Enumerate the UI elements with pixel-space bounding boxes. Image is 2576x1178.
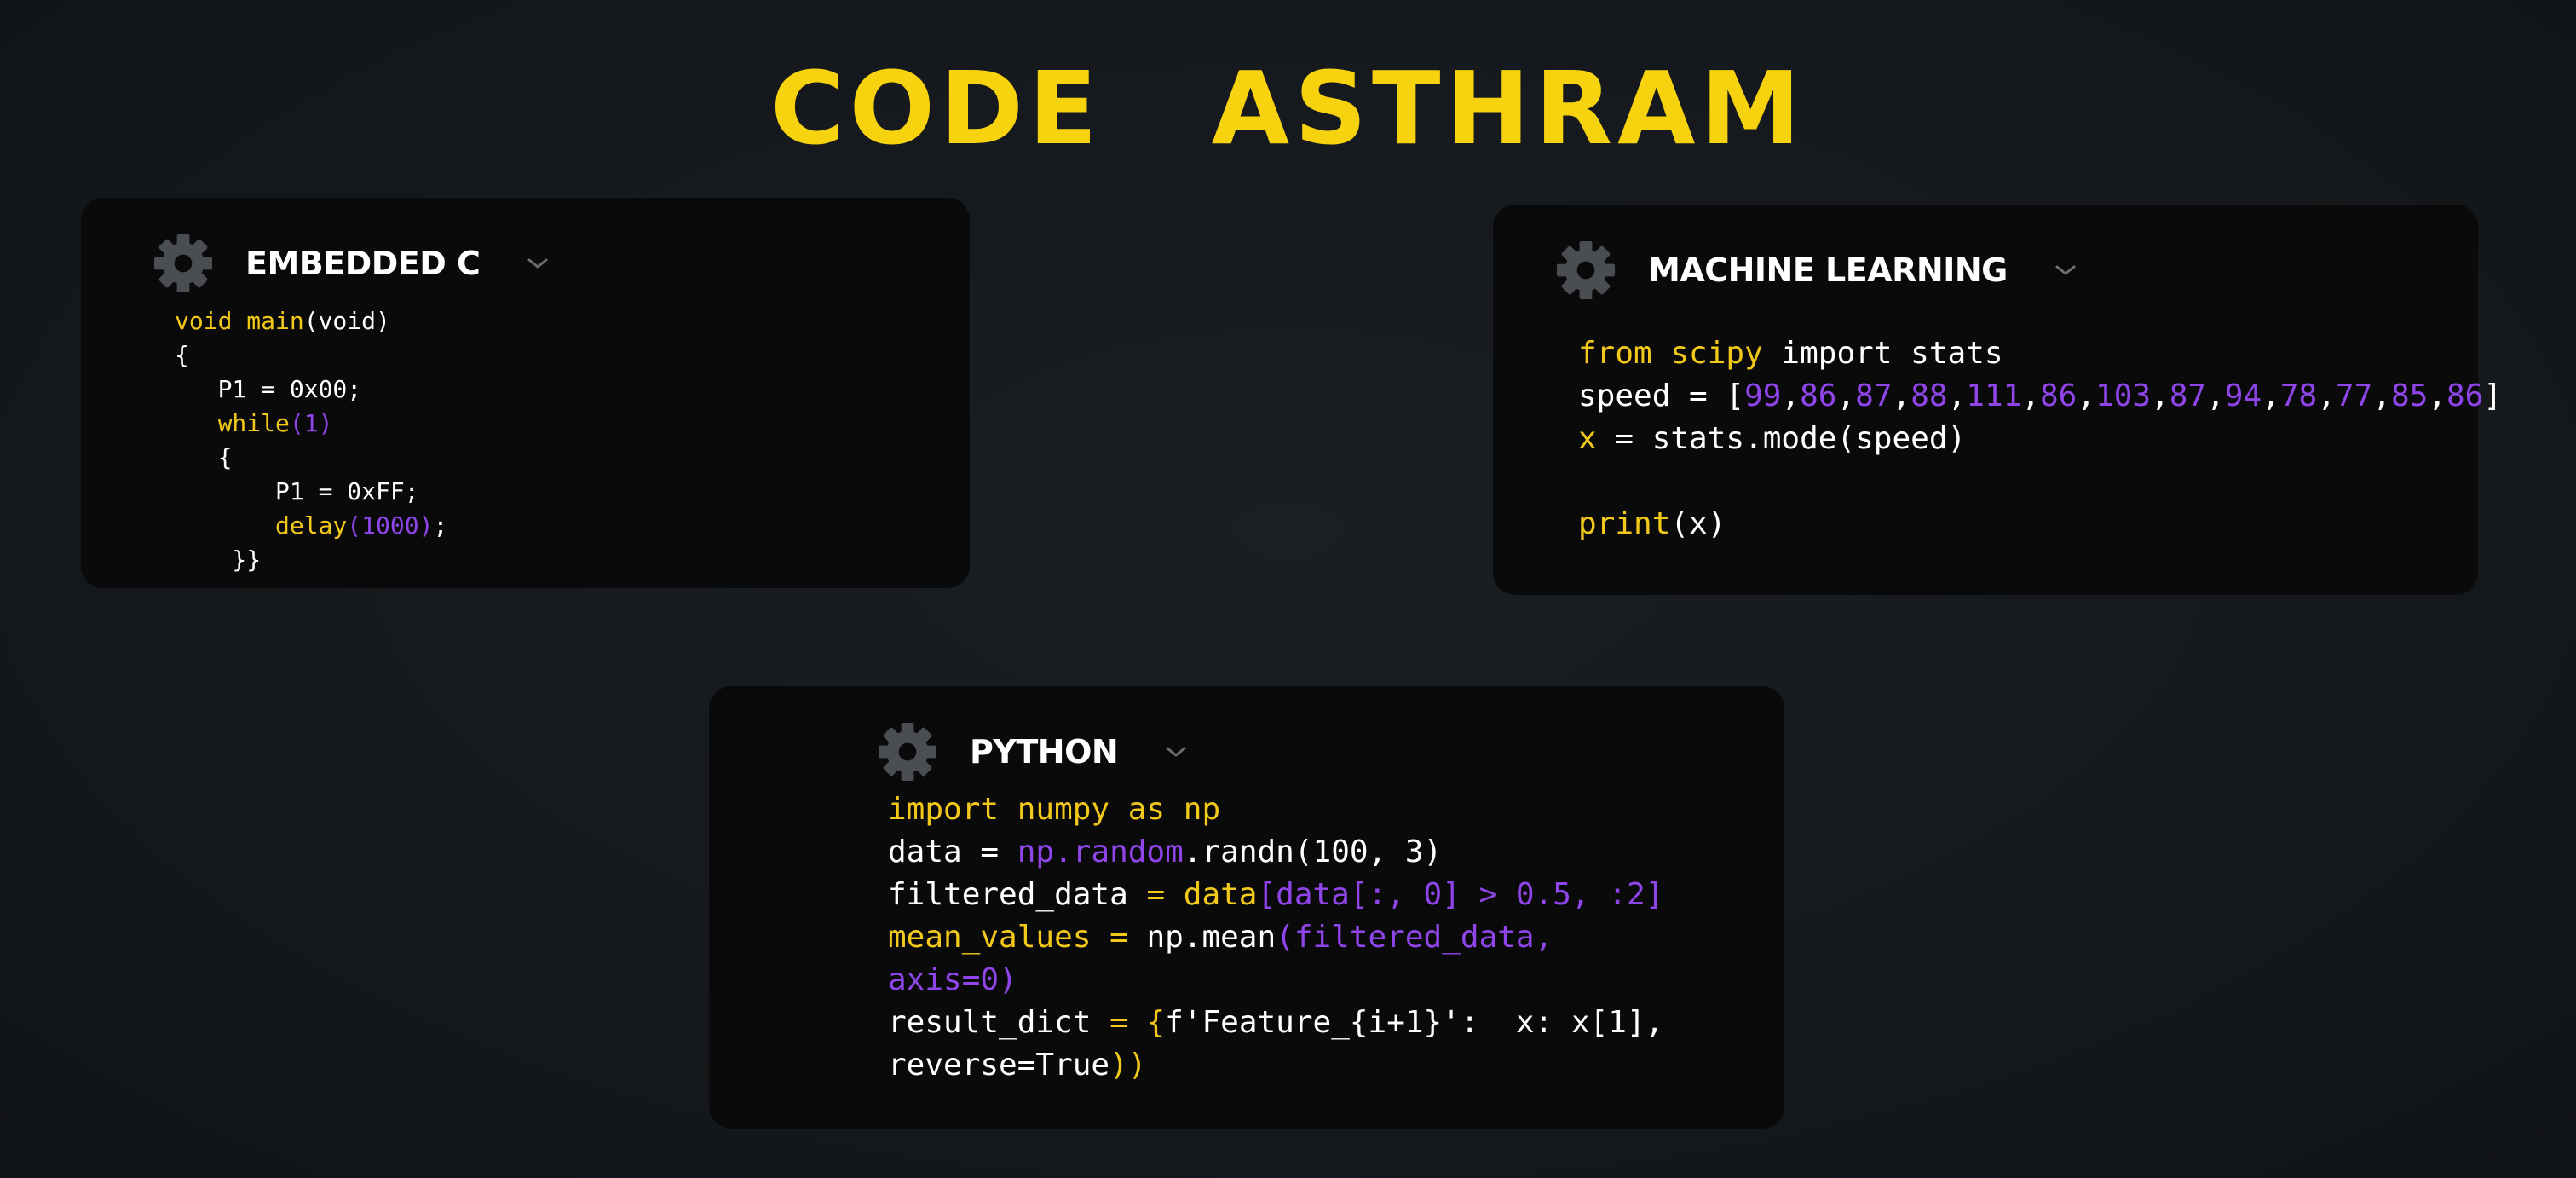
code-line: from scipy import stats — [1578, 336, 2003, 371]
code-line-speed: speed = [99,86,87,88,111,86,103,87,94,78… — [1578, 378, 2503, 413]
embedded-c-card-header: EMBEDDED C — [152, 232, 550, 295]
logo-word-asthram: ASTHRAM — [1211, 49, 1806, 167]
speed-value: 85 — [2390, 378, 2429, 413]
chevron-down-icon[interactable] — [526, 257, 550, 270]
code-line: { — [175, 341, 189, 369]
machine-learning-card: MACHINE LEARNING from scipy import stats… — [1493, 205, 2502, 595]
chevron-down-icon[interactable] — [2054, 263, 2078, 277]
code-line: reverse=True)) — [888, 1048, 1147, 1083]
python-card-header: PYTHON — [876, 720, 1188, 783]
gear-icon[interactable] — [876, 720, 939, 783]
speed-value: 94 — [2224, 378, 2262, 413]
machine-learning-code: from scipy import stats speed = [99,86,87… — [1578, 332, 2502, 546]
code-line: }} — [175, 546, 262, 574]
speed-value: 78 — [2279, 378, 2318, 413]
code-line: print(x) — [1578, 506, 1726, 541]
embedded-c-title: EMBEDDED C — [245, 245, 481, 282]
code-line: mean_values = np.mean(filtered_data, — [888, 920, 1553, 955]
code-line: data = np.random.randn(100, 3) — [888, 834, 1443, 869]
code-line: filtered_data = data[data[:, 0] > 0.5, :… — [888, 877, 1664, 912]
speed-value: 86 — [1800, 378, 1837, 413]
speed-value: 103 — [2095, 378, 2152, 413]
python-code: import numpy as np data = np.random.randn… — [888, 788, 1663, 1087]
speed-value: 86 — [2039, 378, 2078, 413]
speed-value: 111 — [1966, 378, 2022, 413]
python-title: PYTHON — [970, 733, 1119, 771]
embedded-c-code: void main(void) { P1 = 0x00; while(1) { P… — [175, 304, 447, 577]
code-line: { — [175, 443, 233, 471]
code-line: void main(void) — [175, 307, 390, 335]
speed-value: 88 — [1910, 378, 1948, 413]
code-line: while(1) — [175, 409, 333, 437]
speed-value: 87 — [2169, 378, 2207, 413]
code-line: axis=0) — [888, 962, 1017, 997]
chevron-down-icon[interactable] — [1164, 745, 1188, 759]
speed-value: 99 — [1744, 378, 1782, 413]
code-line: x = stats.mode(speed) — [1578, 421, 1967, 456]
brand-logo: CODE ASTHRAM — [0, 53, 2576, 164]
logo-word-code: CODE — [770, 49, 1103, 167]
python-card: PYTHON import numpy as np data = np.rando… — [709, 686, 1784, 1129]
machine-learning-card-header: MACHINE LEARNING — [1554, 239, 2078, 302]
speed-value: 77 — [2335, 378, 2373, 413]
code-line: delay(1000); — [175, 511, 448, 540]
gear-icon[interactable] — [152, 232, 215, 295]
code-line: result_dict = {f'Feature_{i+1}': x: x[1]… — [888, 1005, 1664, 1040]
code-line: P1 = 0xFF; — [175, 477, 419, 505]
gear-icon[interactable] — [1554, 239, 1617, 302]
code-line: P1 = 0x00; — [175, 375, 362, 403]
embedded-c-card: EMBEDDED C void main(void) { P1 = 0x00; w… — [81, 198, 970, 588]
speed-value: 86 — [2446, 378, 2484, 413]
code-line: import numpy as np — [888, 792, 1221, 827]
speed-value: 87 — [1855, 378, 1893, 413]
machine-learning-title: MACHINE LEARNING — [1648, 251, 2008, 289]
